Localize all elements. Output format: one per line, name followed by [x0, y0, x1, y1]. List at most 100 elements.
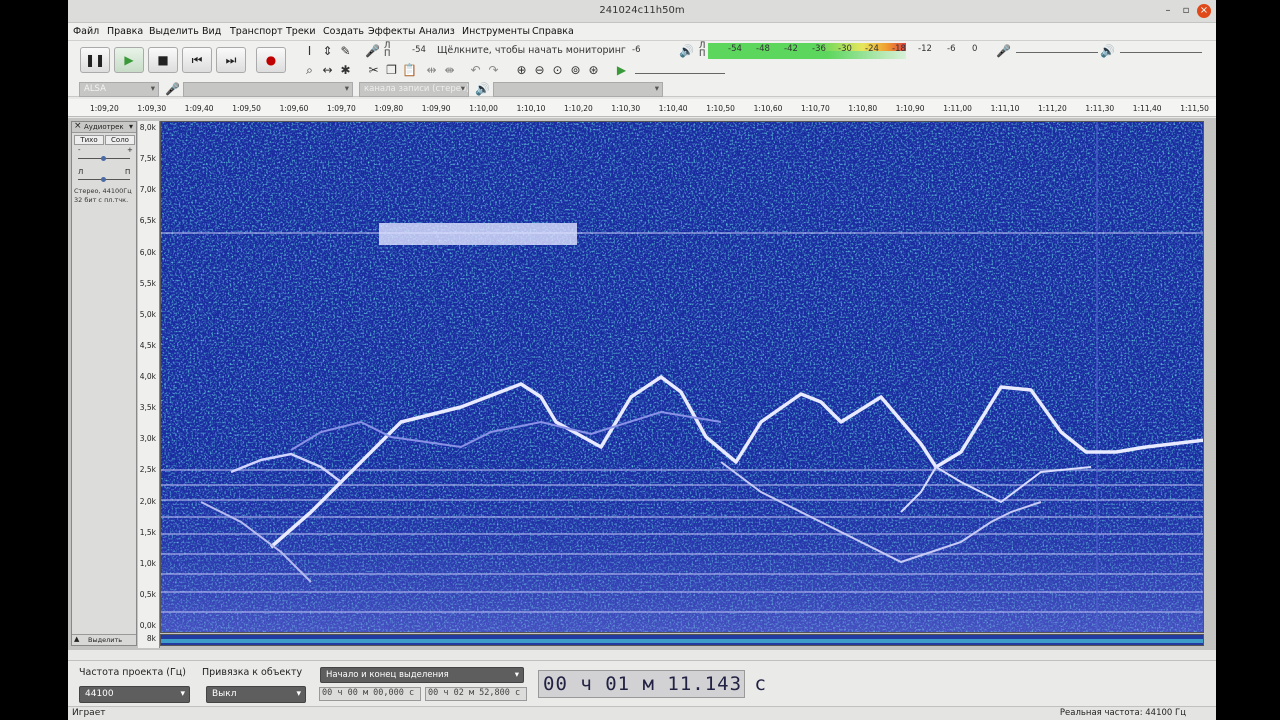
mixer-speaker-icon[interactable]: 🔊	[1099, 43, 1116, 60]
ruler-tick: 1:10,90	[895, 104, 925, 113]
menu-help[interactable]: Справка	[532, 26, 574, 37]
stop-button[interactable]: ■	[148, 47, 178, 73]
maximize-icon[interactable]: ▫	[1179, 4, 1193, 18]
snap-to-select[interactable]: Выкл ▾	[206, 686, 306, 703]
ruler-tick: 1:10,00	[469, 104, 498, 113]
waveform-strip[interactable]	[160, 634, 1204, 646]
status-bar: Играет Реальная частота: 44100 Гц	[68, 706, 1216, 720]
fit-project-icon[interactable]: ⊚	[567, 62, 584, 79]
play-scale-42: -42	[784, 44, 798, 54]
menu-tracks[interactable]: Треки	[286, 26, 316, 37]
gain-slider-handle[interactable]	[101, 156, 106, 161]
selection-end-field[interactable]: 00 ч 02 м 52,800 с	[425, 687, 527, 701]
project-rate-select[interactable]: 44100 ▾	[79, 686, 190, 703]
timeline-ruler[interactable]: 1:09,20 1:09,30 1:09,40 1:09,50 1:09,60 1:09,…	[68, 99, 1216, 117]
timeshift-tool-icon[interactable]: ↔	[319, 62, 336, 79]
audio-position-value: 00 ч 01 м 11.143 с	[543, 673, 767, 695]
record-button[interactable]: ●	[256, 47, 286, 73]
paste-icon[interactable]: 📋	[401, 62, 418, 79]
pan-slider-handle[interactable]	[101, 177, 106, 182]
multi-tool-icon[interactable]: ✱	[337, 62, 354, 79]
recording-device-select[interactable]: ▾	[183, 82, 353, 97]
track-menu-icon[interactable]: ▾	[129, 122, 133, 131]
track-area: × Аудиотрек ▾ Тихо Соло - + Л П Стерео, …	[68, 118, 1216, 650]
device-speaker-icon[interactable]: 🔊	[474, 81, 491, 98]
ruler-tick: 1:11,10	[990, 104, 1020, 113]
select-button[interactable]: Выделить	[88, 636, 122, 644]
selection-start-field[interactable]: 00 ч 00 м 00,000 с	[319, 687, 421, 701]
zoom-out-icon[interactable]: ⊖	[531, 62, 548, 79]
menu-transport[interactable]: Транспорт	[230, 26, 283, 37]
menu-select[interactable]: Выделить	[149, 26, 199, 37]
copy-icon[interactable]: ❐	[383, 62, 400, 79]
zoom-toggle-icon[interactable]: ⊛	[585, 62, 602, 79]
cut-icon[interactable]: ✂	[365, 62, 382, 79]
frequency-label: 5,0k	[139, 309, 156, 319]
play-scale-0: 0	[972, 44, 978, 54]
selection-end-value: 00 ч 02 м 52,800 с	[428, 688, 521, 698]
device-mic-icon[interactable]: 🎤	[164, 81, 181, 98]
selection-tool-icon[interactable]: I	[301, 43, 318, 60]
menu-analyze[interactable]: Анализ	[419, 26, 455, 37]
audio-host-select[interactable]: ALSA ▾	[79, 82, 159, 97]
solo-button[interactable]: Соло	[105, 135, 135, 145]
play-scale-54: -54	[728, 44, 742, 54]
playback-speaker-icon[interactable]: 🔊	[678, 43, 695, 60]
frequency-label: 8,0k	[139, 123, 156, 132]
zoom-tool-icon[interactable]: ⌕	[301, 62, 318, 79]
playback-device-select[interactable]: ▾	[493, 82, 663, 97]
skip-end-button[interactable]: ⏭	[216, 47, 246, 73]
ruler-tick: 1:10,70	[801, 104, 830, 113]
play-scale-18: -18	[892, 44, 906, 54]
zoom-in-icon[interactable]: ⊕	[513, 62, 530, 79]
frequency-bottom-label: 8k	[146, 634, 156, 643]
close-icon[interactable]: ×	[1197, 4, 1211, 18]
frequency-label: 6,0k	[139, 247, 156, 257]
ruler-tick: 1:09,50	[232, 104, 261, 113]
track-close-icon[interactable]: ×	[74, 121, 82, 131]
record-meter-mic-icon[interactable]: 🎤	[364, 43, 381, 60]
ruler-tick: 1:09,70	[327, 104, 356, 113]
menu-tools[interactable]: Инструменты	[462, 26, 530, 37]
trim-icon[interactable]: ⇹	[423, 62, 440, 79]
frequency-label: 1,0k	[139, 558, 156, 568]
fit-selection-icon[interactable]: ⊙	[549, 62, 566, 79]
frequency-label: 3,0k	[139, 434, 156, 444]
menu-effects[interactable]: Эффекты	[368, 26, 416, 37]
spectrogram[interactable]	[160, 121, 1204, 633]
menu-view[interactable]: Вид	[202, 26, 221, 37]
recording-channels-select[interactable]: канала записи (стерео) ▾	[359, 82, 469, 97]
track-select-bar[interactable]: ▲ Выделить	[72, 634, 136, 645]
draw-tool-icon[interactable]: ✎	[337, 43, 354, 60]
track-name[interactable]: Аудиотрек	[84, 123, 124, 131]
play-meter-r: П	[699, 49, 706, 59]
window-title: 241024c11h50m	[599, 5, 685, 16]
silence-icon[interactable]: ⇼	[441, 62, 458, 79]
menu-file[interactable]: Файл	[73, 26, 99, 37]
menu-generate[interactable]: Создать	[323, 26, 364, 37]
mute-button[interactable]: Тихо	[74, 135, 104, 145]
play-button[interactable]: ▶	[114, 47, 144, 73]
menu-edit[interactable]: Правка	[107, 26, 143, 37]
frequency-label: 0,5k	[139, 589, 156, 599]
ruler-tick: 1:11,50	[1180, 104, 1209, 113]
track-control-panel: × Аудиотрек ▾ Тихо Соло - + Л П Стерео, …	[71, 121, 137, 646]
ruler-tick: 1:10,40	[658, 104, 688, 113]
selection-mode-select[interactable]: Начало и конец выделения ▾	[320, 667, 524, 683]
minimize-icon[interactable]: –	[1161, 4, 1175, 18]
collapse-icon[interactable]: ▲	[74, 635, 79, 643]
play-scale-12: -12	[918, 44, 932, 54]
play-at-speed-icon[interactable]: ▶	[613, 62, 630, 79]
redo-icon[interactable]: ↷	[485, 62, 502, 79]
skip-start-button[interactable]: ⏮	[182, 47, 212, 73]
play-speed-slider[interactable]	[635, 73, 725, 74]
monitor-prompt[interactable]: Щёлкните, чтобы начать мониторинг	[437, 45, 626, 56]
pause-button[interactable]: ❚❚	[80, 47, 110, 73]
play-volume-slider[interactable]	[1120, 52, 1202, 53]
envelope-tool-icon[interactable]: ⇕	[319, 43, 336, 60]
audio-position-display[interactable]: 00 ч 01 м 11.143 с	[538, 670, 766, 698]
rec-volume-slider[interactable]	[1016, 52, 1098, 53]
toolbars: ❚❚ ▶ ■ ⏮ ⏭ ● I ⇕ ✎ ⌕ ↔ ✱ 🎤 Л П -54 Щёлкн…	[68, 41, 1216, 97]
undo-icon[interactable]: ↶	[467, 62, 484, 79]
mixer-mic-icon[interactable]: 🎤	[995, 43, 1012, 60]
